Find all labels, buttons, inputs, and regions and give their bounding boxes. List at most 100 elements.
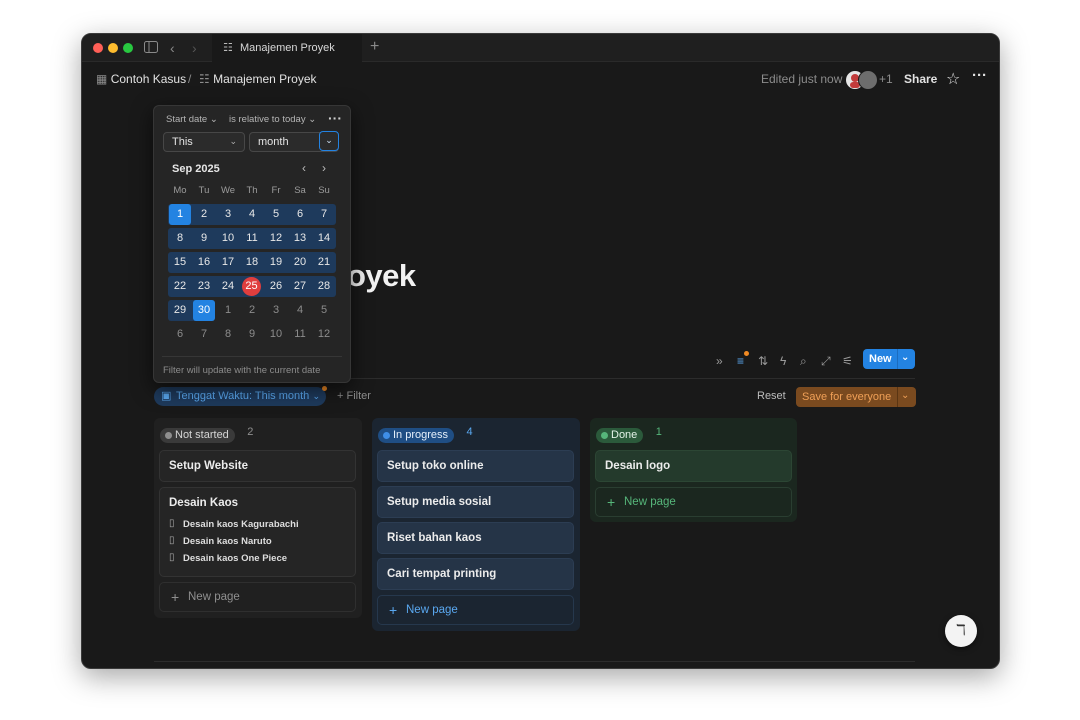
breadcrumb-page-label: Manajemen Proyek: [213, 72, 317, 86]
more-icon[interactable]: ···: [328, 110, 342, 126]
new-page-button[interactable]: + New page: [595, 487, 792, 517]
calendar-day[interactable]: 25: [242, 277, 261, 296]
calendar-day[interactable]: 9: [193, 228, 215, 249]
card-title: Desain Kaos: [169, 497, 239, 509]
calendar-day[interactable]: 21: [313, 252, 335, 273]
breadcrumb-page[interactable]: ☷ Manajemen Proyek: [199, 72, 317, 86]
calendar-day[interactable]: 9: [241, 324, 263, 345]
calendar-day[interactable]: 18: [241, 252, 263, 273]
extra-users-count[interactable]: +1: [879, 72, 893, 86]
new-tab-icon[interactable]: +: [370, 38, 379, 56]
calendar-day[interactable]: 11: [241, 228, 263, 249]
chevron-down-icon: ⌄: [312, 391, 320, 401]
calendar-day[interactable]: 8: [217, 324, 239, 345]
calendar-day[interactable]: 24: [217, 276, 239, 297]
calendar-day[interactable]: 28: [313, 276, 335, 297]
unit-dropdown-button[interactable]: ⌄: [319, 131, 339, 151]
sidebar-toggle-icon[interactable]: [144, 39, 158, 57]
calendar-day[interactable]: 1: [217, 300, 239, 321]
new-button[interactable]: New ⌄: [863, 349, 915, 369]
new-page-button[interactable]: + New page: [377, 595, 574, 625]
card-riset-bahan-kaos[interactable]: Riset bahan kaos: [377, 522, 574, 554]
calendar-day[interactable]: 22: [169, 276, 191, 297]
share-button[interactable]: Share: [904, 72, 937, 86]
chevron-down-icon[interactable]: ⌄: [901, 390, 909, 401]
property-selector[interactable]: Start date ⌄: [166, 114, 218, 125]
breadcrumb-workspace[interactable]: ▦ Contoh Kasus: [96, 72, 186, 86]
calendar-day[interactable]: 4: [241, 204, 263, 225]
calendar-day[interactable]: 10: [217, 228, 239, 249]
breadcrumb-workspace-label: Contoh Kasus: [110, 72, 187, 86]
date-filter-chip[interactable]: ▣ Tenggat Waktu: This month ⌄: [154, 387, 326, 406]
relative-select[interactable]: This ⌄: [163, 132, 245, 152]
automation-icon[interactable]: ϟ: [780, 354, 786, 368]
avatar[interactable]: [858, 70, 878, 90]
filter-icon[interactable]: ≡: [737, 354, 744, 368]
calendar-day[interactable]: 5: [265, 204, 287, 225]
expand-views-icon[interactable]: »: [716, 354, 723, 368]
card-desain-kaos[interactable]: Desain Kaos ▯ Desain kaos Kagurabachi ▯ De…: [159, 487, 356, 577]
back-icon[interactable]: ‹: [170, 39, 175, 57]
calendar-day[interactable]: 7: [313, 204, 335, 225]
search-icon[interactable]: ⌕: [800, 354, 807, 369]
subpage-label: Desain kaos Naruto: [183, 536, 272, 547]
close-window-button[interactable]: [93, 43, 103, 53]
calendar-day[interactable]: 6: [169, 324, 191, 345]
calendar-day[interactable]: 16: [193, 252, 215, 273]
calendar-day[interactable]: 10: [265, 324, 287, 345]
calendar-day[interactable]: 29: [169, 300, 191, 321]
calendar-day[interactable]: 3: [217, 204, 239, 225]
calendar-day[interactable]: 3: [265, 300, 287, 321]
calendar-day[interactable]: 12: [313, 324, 335, 345]
calendar-day[interactable]: 26: [265, 276, 287, 297]
calendar-day[interactable]: 14: [313, 228, 335, 249]
calendar-day[interactable]: 11: [289, 324, 311, 345]
calendar-day[interactable]: 1: [169, 204, 191, 225]
star-icon[interactable]: ☆: [946, 69, 960, 89]
card-cari-tempat-printing[interactable]: Cari tempat printing: [377, 558, 574, 590]
settings-icon[interactable]: ⚟: [842, 354, 853, 368]
calendar-day[interactable]: 30: [193, 300, 215, 321]
condition-label: is relative to today: [229, 114, 306, 125]
card-desain-logo[interactable]: Desain logo: [595, 450, 792, 482]
card-setup-website[interactable]: Setup Website: [159, 450, 356, 482]
expand-icon[interactable]: ⤢: [821, 354, 831, 369]
calendar-day[interactable]: 13: [289, 228, 311, 249]
reset-button[interactable]: Reset: [757, 390, 786, 402]
previous-month-icon[interactable]: ‹: [302, 161, 306, 175]
calendar-day[interactable]: 6: [289, 204, 311, 225]
subpage-item[interactable]: ▯ Desain kaos Kagurabachi: [169, 518, 346, 530]
more-icon[interactable]: ···: [972, 67, 987, 84]
chevron-down-icon[interactable]: ⌄: [901, 352, 909, 363]
add-filter-button[interactable]: + Filter: [337, 390, 371, 402]
calendar-day[interactable]: 5: [313, 300, 335, 321]
next-month-icon[interactable]: ›: [322, 161, 326, 175]
calendar-day[interactable]: 19: [265, 252, 287, 273]
calendar-day[interactable]: 12: [265, 228, 287, 249]
minimize-window-button[interactable]: [108, 43, 118, 53]
save-for-everyone-button[interactable]: Save for everyone ⌄: [796, 387, 916, 407]
sort-icon[interactable]: ⇅: [758, 354, 768, 368]
new-page-button[interactable]: + New page: [159, 582, 356, 612]
subpage-item[interactable]: ▯ Desain kaos Naruto: [169, 535, 346, 547]
calendar-day[interactable]: 2: [241, 300, 263, 321]
card-setup-toko-online[interactable]: Setup toko online: [377, 450, 574, 482]
help-assistant-button[interactable]: ℸ: [945, 615, 977, 647]
forward-icon[interactable]: ›: [192, 39, 197, 57]
condition-selector[interactable]: is relative to today ⌄: [229, 114, 316, 125]
calendar-day[interactable]: 23: [193, 276, 215, 297]
card-title: Setup media sosial: [387, 496, 492, 508]
card-setup-media-sosial[interactable]: Setup media sosial: [377, 486, 574, 518]
tab-manajemen-proyek[interactable]: ☷ Manajemen Proyek: [212, 34, 362, 62]
calendar-day[interactable]: 17: [217, 252, 239, 273]
calendar-day[interactable]: 15: [169, 252, 191, 273]
calendar-day[interactable]: 2: [193, 204, 215, 225]
calendar-day[interactable]: 7: [193, 324, 215, 345]
calendar-day[interactable]: 20: [289, 252, 311, 273]
calendar-day[interactable]: 8: [169, 228, 191, 249]
weekday-label: Mo: [173, 185, 187, 196]
maximize-window-button[interactable]: [123, 43, 133, 53]
calendar-day[interactable]: 27: [289, 276, 311, 297]
calendar-day[interactable]: 4: [289, 300, 311, 321]
subpage-item[interactable]: ▯ Desain kaos One Piece: [169, 552, 346, 564]
